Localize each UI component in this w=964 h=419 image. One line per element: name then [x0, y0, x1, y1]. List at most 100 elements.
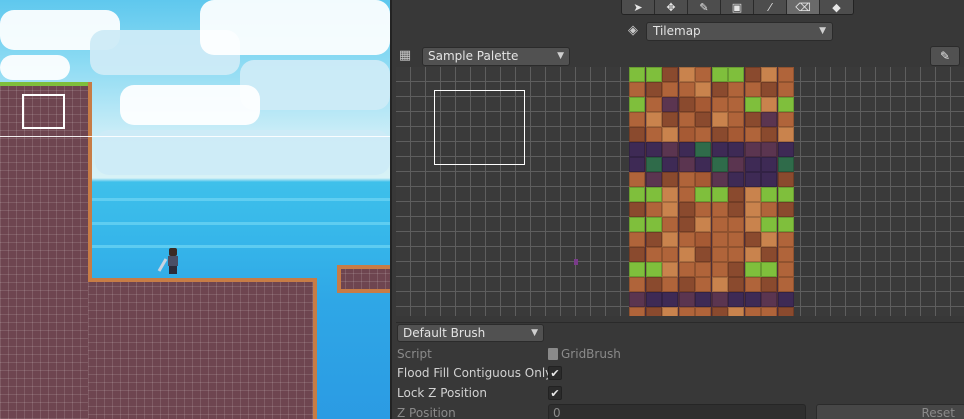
palette-tile[interactable]: [678, 142, 695, 157]
palette-tile[interactable]: [744, 142, 761, 157]
palette-tile[interactable]: [711, 202, 728, 217]
palette-tile[interactable]: [761, 277, 777, 292]
palette-tile[interactable]: [711, 187, 728, 202]
palette-tile[interactable]: [678, 97, 695, 112]
palette-tile[interactable]: [629, 202, 645, 217]
palette-tile[interactable]: [728, 277, 744, 292]
palette-tile[interactable]: [629, 262, 645, 277]
palette-tile[interactable]: [728, 247, 744, 262]
palette-tile[interactable]: [678, 187, 695, 202]
palette-tile[interactable]: [711, 172, 728, 187]
palette-tile[interactable]: [695, 277, 711, 292]
palette-tile[interactable]: [629, 187, 645, 202]
palette-tile[interactable]: [761, 217, 777, 232]
palette-tile[interactable]: [728, 307, 744, 316]
palette-tile[interactable]: [695, 292, 711, 307]
palette-tile[interactable]: [645, 97, 662, 112]
palette-tile[interactable]: [744, 127, 761, 142]
palette-tile[interactable]: [761, 127, 777, 142]
palette-tile[interactable]: [645, 172, 662, 187]
palette-grid[interactable]: [396, 67, 964, 316]
palette-tile[interactable]: [744, 232, 761, 247]
pencil-icon[interactable]: ✎: [930, 46, 960, 66]
palette-tile[interactable]: [662, 277, 678, 292]
palette-tile[interactable]: [728, 217, 744, 232]
palette-tile[interactable]: [777, 97, 794, 112]
tile-sheet[interactable]: [629, 67, 794, 316]
palette-tile[interactable]: [728, 157, 744, 172]
scene-selection-box[interactable]: [22, 94, 65, 129]
palette-tile[interactable]: [629, 157, 645, 172]
palette-tile[interactable]: [711, 67, 728, 82]
palette-tile[interactable]: [678, 67, 695, 82]
palette-tile[interactable]: [695, 307, 711, 316]
palette-tile[interactable]: [711, 217, 728, 232]
palette-tile[interactable]: [728, 232, 744, 247]
palette-tile[interactable]: [761, 202, 777, 217]
palette-tile[interactable]: [761, 82, 777, 97]
palette-tile[interactable]: [744, 112, 761, 127]
palette-tile[interactable]: [662, 172, 678, 187]
palette-tile[interactable]: [744, 157, 761, 172]
palette-tile[interactable]: [678, 82, 695, 97]
palette-tile[interactable]: [728, 67, 744, 82]
palette-tile[interactable]: [629, 112, 645, 127]
palette-tile[interactable]: [678, 292, 695, 307]
palette-tile[interactable]: [695, 67, 711, 82]
lock-z-checkbox[interactable]: ✔: [548, 386, 562, 400]
palette-tile[interactable]: [711, 247, 728, 262]
palette-tile[interactable]: [645, 127, 662, 142]
script-field[interactable]: GridBrush: [548, 347, 621, 361]
palette-tile[interactable]: [761, 67, 777, 82]
palette-tile[interactable]: [695, 97, 711, 112]
brush-dropdown[interactable]: Default Brush ▼: [397, 324, 544, 342]
palette-tile[interactable]: [645, 217, 662, 232]
palette-tile[interactable]: [662, 232, 678, 247]
palette-tile[interactable]: [678, 217, 695, 232]
palette-tile[interactable]: [761, 307, 777, 316]
palette-tile[interactable]: [761, 172, 777, 187]
palette-tile[interactable]: [711, 232, 728, 247]
palette-tile[interactable]: [645, 247, 662, 262]
palette-tile[interactable]: [662, 157, 678, 172]
palette-tile[interactable]: [645, 232, 662, 247]
palette-tile[interactable]: [761, 112, 777, 127]
palette-tile[interactable]: [645, 277, 662, 292]
palette-tile[interactable]: [662, 187, 678, 202]
palette-tile[interactable]: [695, 157, 711, 172]
palette-tile[interactable]: [777, 247, 794, 262]
palette-tile[interactable]: [645, 202, 662, 217]
palette-tile[interactable]: [711, 262, 728, 277]
palette-tile[interactable]: [728, 172, 744, 187]
palette-tile[interactable]: [744, 202, 761, 217]
palette-tile[interactable]: [629, 97, 645, 112]
palette-tile[interactable]: [662, 307, 678, 316]
palette-tile[interactable]: [678, 307, 695, 316]
palette-tile[interactable]: [695, 202, 711, 217]
palette-tile[interactable]: [744, 307, 761, 316]
palette-tile[interactable]: [744, 217, 761, 232]
palette-tile[interactable]: [695, 172, 711, 187]
palette-dropdown[interactable]: Sample Palette ▼: [422, 46, 570, 66]
palette-tile[interactable]: [761, 262, 777, 277]
palette-tile[interactable]: [678, 232, 695, 247]
palette-tile[interactable]: [678, 202, 695, 217]
palette-tile[interactable]: [728, 262, 744, 277]
palette-tile[interactable]: [777, 187, 794, 202]
z-position-field[interactable]: 0: [548, 404, 806, 419]
box-fill-icon[interactable]: ▣: [721, 0, 754, 14]
palette-tile[interactable]: [629, 247, 645, 262]
palette-tile[interactable]: [761, 247, 777, 262]
palette-tile[interactable]: [728, 127, 744, 142]
palette-tile[interactable]: [728, 202, 744, 217]
palette-tile[interactable]: [711, 277, 728, 292]
player-character[interactable]: [157, 248, 181, 274]
palette-tile[interactable]: [629, 172, 645, 187]
palette-tile[interactable]: [678, 247, 695, 262]
palette-tile[interactable]: [744, 247, 761, 262]
palette-tile[interactable]: [629, 292, 645, 307]
palette-tile[interactable]: [777, 112, 794, 127]
select-arrow-icon[interactable]: ➤: [622, 0, 655, 14]
palette-tile[interactable]: [662, 292, 678, 307]
palette-tile[interactable]: [695, 127, 711, 142]
